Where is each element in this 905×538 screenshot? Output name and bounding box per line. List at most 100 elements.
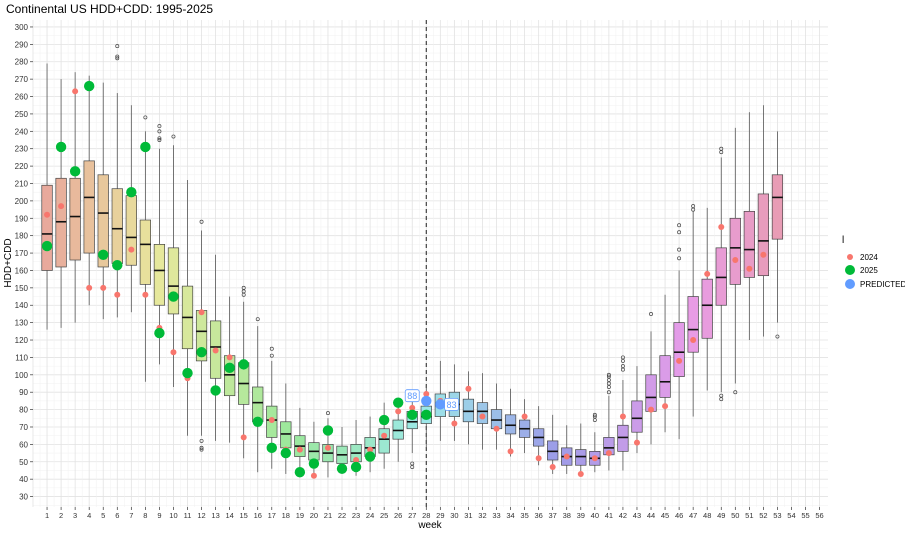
point-2025 [364, 451, 376, 462]
point-2024 [142, 291, 149, 298]
y-tick-label: 110 [15, 353, 28, 362]
point-2024 [549, 463, 556, 470]
point-2024 [760, 251, 767, 258]
point-2024 [240, 434, 247, 441]
legend: l 2024 2025 PREDICTED [842, 235, 905, 289]
point-2024 [268, 417, 275, 424]
y-tick-label: 140 [15, 301, 29, 310]
x-tick-label: 23 [352, 511, 360, 520]
x-tick-label: 4 [87, 511, 91, 520]
point-predicted [421, 395, 432, 407]
box-body [462, 398, 475, 423]
legend-key-2025 [845, 265, 855, 275]
y-tick-label: 60 [19, 440, 28, 449]
point-2025 [69, 166, 81, 177]
point-2024 [310, 472, 317, 479]
legend-item-predicted: PREDICTED [845, 279, 905, 289]
box-body [476, 402, 489, 424]
point-2024 [324, 444, 331, 451]
x-tick-label: 49 [717, 511, 725, 520]
x-tick-label: 29 [436, 511, 444, 520]
point-2024 [662, 403, 669, 410]
point-2024 [746, 265, 753, 272]
x-tick-label: 1 [45, 511, 49, 520]
point-2024 [479, 413, 486, 420]
point-2024 [465, 385, 472, 392]
x-tick-label: 10 [169, 511, 177, 520]
point-2024 [563, 453, 570, 460]
y-tick-label: 240 [15, 127, 29, 136]
x-tick-label: 52 [759, 511, 767, 520]
x-tick-label: 15 [240, 511, 248, 520]
box-body [659, 355, 671, 398]
point-2025 [196, 347, 207, 358]
annotation-text: 88 [407, 391, 417, 401]
point-2024 [619, 413, 626, 420]
y-tick-label: 30 [19, 493, 28, 502]
point-2024 [170, 349, 177, 356]
y-tick-label: 100 [15, 371, 29, 380]
annotation-text: 83 [447, 400, 457, 410]
chart-svg: 8883 30405060708090100110120130140150160… [3, 20, 905, 531]
point-2024 [58, 203, 65, 210]
point-2025 [392, 397, 404, 408]
box-body [280, 421, 292, 449]
x-tick-label: 56 [815, 511, 823, 520]
box-body [153, 244, 166, 306]
point-2024 [577, 470, 584, 477]
x-tick-label: 36 [534, 511, 542, 520]
point-2024 [732, 257, 739, 264]
box-body [111, 188, 123, 264]
box-body [167, 247, 180, 315]
box-body [729, 217, 741, 285]
x-tick-label: 47 [689, 511, 697, 520]
y-tick-label: 50 [19, 458, 28, 467]
point-2024 [676, 357, 683, 364]
point-2025 [378, 414, 390, 426]
point-2024 [507, 448, 514, 455]
point-2024 [718, 223, 725, 230]
box-body [645, 374, 657, 412]
y-tick-label: 80 [19, 406, 28, 415]
legend-label-predicted: PREDICTED [860, 280, 905, 289]
box-body [547, 440, 559, 461]
box-body [55, 177, 67, 268]
point-2025 [252, 416, 263, 427]
box-body [504, 414, 517, 435]
point-2024 [86, 284, 93, 291]
x-tick-label: 22 [338, 511, 346, 520]
point-2025 [140, 141, 151, 153]
point-2025 [98, 249, 109, 261]
point-2024 [395, 408, 402, 415]
point-2024 [44, 211, 51, 218]
y-tick-label: 280 [15, 58, 29, 67]
point-2024 [591, 455, 598, 462]
y-tick-label: 290 [15, 40, 29, 49]
x-tick-label: 16 [254, 511, 262, 520]
x-tick-label: 7 [129, 511, 133, 520]
x-tick-label: 46 [675, 511, 683, 520]
y-tick-label: 180 [15, 232, 29, 241]
x-tick-label: 50 [731, 511, 739, 520]
x-tick-label: 25 [380, 511, 388, 520]
x-tick-label: 20 [310, 511, 318, 520]
box-body [224, 355, 236, 397]
box-body [757, 193, 770, 277]
legend-item-2025: 2025 [845, 265, 878, 275]
chart-root: Continental US HDD+CDD: 1995-2025 88 83 3… [0, 0, 905, 533]
x-tick-label: 55 [801, 511, 809, 520]
x-tick-label: 17 [268, 511, 276, 520]
legend-title: l [842, 235, 844, 246]
y-tick-label: 90 [19, 388, 28, 397]
box-body [252, 386, 264, 423]
x-tick-label: 26 [394, 511, 402, 520]
y-tick-label: 200 [15, 197, 29, 206]
box-body [392, 419, 404, 440]
legend-key-2024 [847, 254, 853, 260]
point-2025 [350, 461, 362, 473]
point-2024 [226, 354, 233, 361]
point-2025 [126, 186, 137, 198]
box-body [139, 219, 151, 285]
x-tick-label: 28 [422, 511, 430, 520]
x-tick-label: 13 [211, 511, 219, 520]
